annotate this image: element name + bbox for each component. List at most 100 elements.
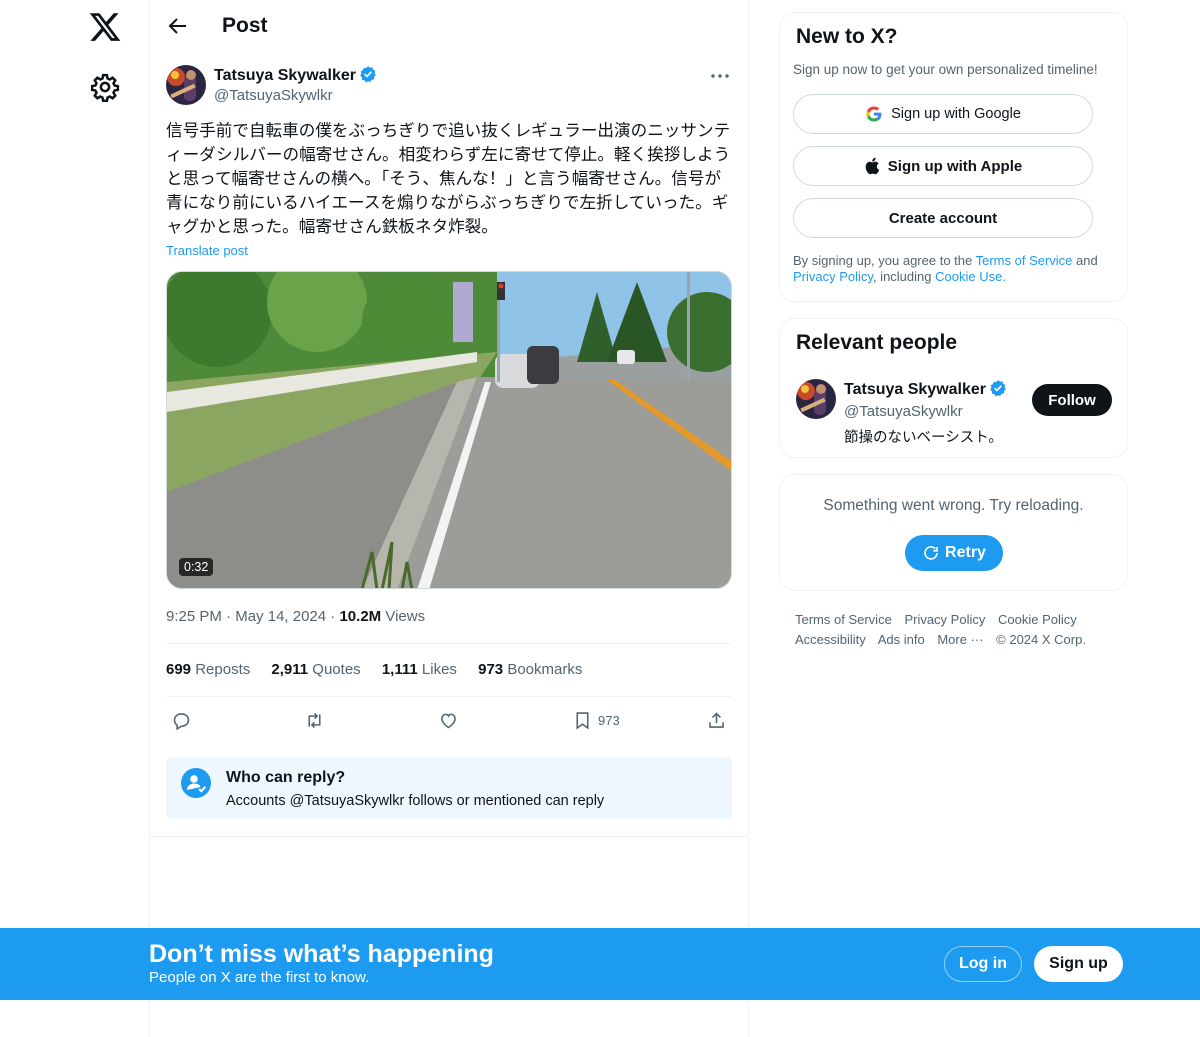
like-button[interactable] xyxy=(438,708,459,732)
login-button[interactable]: Log in xyxy=(944,946,1022,982)
terms-link[interactable]: Terms of Service xyxy=(976,253,1073,268)
banner-title: Don’t miss what’s happening xyxy=(149,940,494,968)
reply-icon xyxy=(173,712,190,730)
signup-apple-label: Sign up with Apple xyxy=(887,157,1023,175)
quotes-stat[interactable]: 2,911 Quotes xyxy=(271,661,360,678)
who-can-reply-title: Who can reply? xyxy=(226,769,346,786)
reposts-stat[interactable]: 699 Reposts xyxy=(166,661,250,678)
reply-button[interactable] xyxy=(171,708,192,732)
banner-subtitle: People on X are the first to know. xyxy=(149,969,370,986)
error-card: Something went wrong. Try reloading. Ret… xyxy=(779,474,1128,591)
gear-icon[interactable] xyxy=(90,72,120,102)
views-count: 10.2M xyxy=(339,608,382,625)
column-divider-right xyxy=(748,0,749,1037)
meta-separator: · xyxy=(226,608,236,625)
verified-badge-icon xyxy=(990,380,1006,397)
left-nav xyxy=(0,0,150,1037)
footer-privacy-link[interactable]: Privacy Policy xyxy=(904,612,985,627)
views-label: Views xyxy=(385,608,426,625)
author-name[interactable]: Tatsuya Skywalker xyxy=(214,65,377,85)
mention-person-icon xyxy=(181,768,211,798)
likes-label: Likes xyxy=(421,661,457,678)
footer-cookie-link[interactable]: Cookie Policy xyxy=(998,612,1077,627)
signup-card-title: New to X? xyxy=(796,25,898,48)
post-metadata: 9:25 PM · May 14, 2024 · 10.2M Views xyxy=(166,608,425,625)
legal-text: By signing up, you agree to the xyxy=(793,253,976,268)
bookmarks-count: 973 xyxy=(478,661,504,678)
divider xyxy=(166,696,732,697)
signup-google-button[interactable]: Sign up with Google xyxy=(793,94,1093,134)
bookmark-count: 973 xyxy=(598,712,620,728)
retry-button[interactable]: Retry xyxy=(905,535,1003,571)
follow-button[interactable]: Follow xyxy=(1032,384,1112,416)
cookie-link[interactable]: Cookie Use. xyxy=(935,269,1006,284)
footer-ads-link[interactable]: Ads info xyxy=(878,632,925,647)
more-options-icon[interactable] xyxy=(708,66,732,86)
post-stats: 699 Reposts 2,911 Quotes 1,111 Likes 973… xyxy=(166,661,599,678)
divider xyxy=(150,836,748,837)
main-column: Post Tatsuya Skywalker @TatsuyaSkywlkr 信… xyxy=(150,0,748,1037)
footer-terms-link[interactable]: Terms of Service xyxy=(795,612,892,627)
back-arrow-icon[interactable] xyxy=(166,14,190,38)
who-can-reply-desc: Accounts @TatsuyaSkywlkr follows or ment… xyxy=(226,793,605,809)
relevant-person-name[interactable]: Tatsuya Skywalker xyxy=(844,379,1007,399)
refresh-icon xyxy=(924,546,938,560)
likes-stat[interactable]: 1,111 Likes xyxy=(382,661,457,678)
post-actions: 973 xyxy=(166,708,732,732)
relevant-person-handle[interactable]: @TatsuyaSkywlkr xyxy=(844,403,963,420)
divider xyxy=(166,643,732,644)
repost-button[interactable] xyxy=(304,708,325,732)
post-text: 信号手前で自転車の僕をぶっちぎりで追い抜くレギュラー出演のニッサンティーダシルバ… xyxy=(166,121,731,236)
post-video[interactable]: 0:32 xyxy=(166,271,732,589)
relevant-person-bio: 節操のないベーシスト。 xyxy=(844,430,1003,446)
signup-apple-button[interactable]: Sign up with Apple xyxy=(793,146,1093,186)
google-icon xyxy=(866,106,882,122)
quotes-count: 2,911 xyxy=(271,661,309,678)
footer-accessibility-link[interactable]: Accessibility xyxy=(795,632,866,647)
translate-post-link[interactable]: Translate post xyxy=(166,243,248,258)
legal-text: , including xyxy=(872,269,936,284)
signup-banner: Don’t miss what’s happening People on X … xyxy=(0,928,1200,1000)
top-bar: Post xyxy=(150,0,748,53)
signup-legal-text: By signing up, you agree to the Terms of… xyxy=(793,253,1123,285)
post-time[interactable]: 9:25 PM xyxy=(166,608,222,625)
author-name-text: Tatsuya Skywalker xyxy=(214,67,357,84)
relevant-person-name-text: Tatsuya Skywalker xyxy=(844,381,987,398)
video-thumbnail xyxy=(167,272,731,588)
share-button[interactable] xyxy=(706,708,727,732)
verified-badge-icon xyxy=(360,66,376,83)
bookmarks-stat[interactable]: 973 Bookmarks xyxy=(478,661,582,678)
heart-icon xyxy=(441,713,456,728)
footer-links: Terms of Service Privacy Policy Cookie P… xyxy=(795,610,1125,650)
create-account-label: Create account xyxy=(888,209,998,227)
signup-card: New to X? Sign up now to get your own pe… xyxy=(779,12,1128,302)
create-account-button[interactable]: Create account xyxy=(793,198,1093,238)
avatar[interactable] xyxy=(166,65,206,105)
post-date[interactable]: May 14, 2024 xyxy=(235,608,326,625)
relevant-people-title: Relevant people xyxy=(796,331,958,354)
repost-icon xyxy=(308,712,321,728)
retry-label: Retry xyxy=(945,544,986,561)
author-handle[interactable]: @TatsuyaSkywlkr xyxy=(214,87,333,104)
bookmark-button[interactable]: 973 xyxy=(572,708,620,732)
error-message: Something went wrong. Try reloading. xyxy=(823,497,1084,514)
reposts-count: 699 xyxy=(166,661,192,678)
footer-more-link[interactable]: More ··· xyxy=(937,632,983,647)
avatar[interactable] xyxy=(796,379,836,419)
signup-button[interactable]: Sign up xyxy=(1034,946,1123,982)
bookmark-icon xyxy=(576,711,589,729)
apple-icon xyxy=(865,157,879,175)
relevant-people-card: Relevant people Tatsuya Skywalker @Tatsu… xyxy=(779,318,1128,458)
x-logo-icon[interactable] xyxy=(88,10,122,44)
signup-google-label: Sign up with Google xyxy=(891,106,1021,122)
likes-count: 1,111 xyxy=(381,661,418,678)
share-icon xyxy=(709,711,724,728)
reposts-label: Reposts xyxy=(195,661,251,678)
legal-text: and xyxy=(1072,253,1098,268)
video-duration: 0:32 xyxy=(179,558,214,576)
privacy-link[interactable]: Privacy Policy xyxy=(793,269,873,284)
footer-copyright: © 2024 X Corp. xyxy=(996,632,1086,647)
post-author: Tatsuya Skywalker @TatsuyaSkywlkr xyxy=(166,64,732,108)
signup-card-subtitle: Sign up now to get your own personalized… xyxy=(793,62,1098,77)
page-title: Post xyxy=(222,14,268,37)
